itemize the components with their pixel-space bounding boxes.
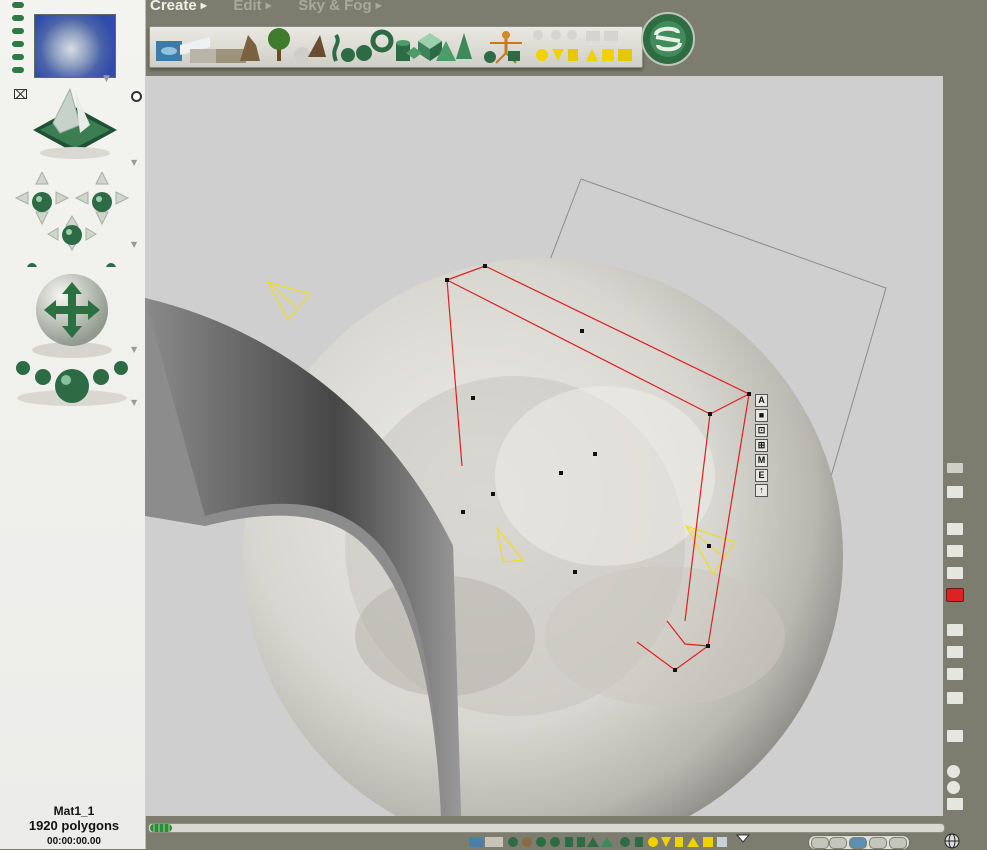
cylinder-icon[interactable] (396, 40, 410, 61)
scene-viewport[interactable] (145, 76, 943, 816)
trackball-control[interactable] (28, 272, 118, 362)
water-icon[interactable] (156, 41, 182, 61)
bryce-logo-icon[interactable] (640, 11, 696, 67)
cone-icon[interactable] (456, 33, 472, 59)
camera-position-dots[interactable] (10, 358, 130, 408)
zoom-in-icon[interactable] (946, 764, 961, 779)
attributes-button[interactable]: A (755, 394, 768, 407)
menu-bar: Create ▶ Edit ▶ Sky & Fog ▶ (150, 0, 404, 15)
timeline-scrubber[interactable] (150, 824, 172, 832)
layers-icon[interactable] (946, 623, 964, 637)
object-name: Mat1_1 (53, 804, 95, 818)
rewind-button[interactable] (811, 837, 829, 849)
eraser-icon[interactable] (946, 485, 964, 499)
selection-tools: A ■ ⊡ ⊞ M E ↑ (755, 394, 769, 499)
rock-icon[interactable] (240, 35, 260, 61)
sphere-object[interactable] (243, 258, 843, 816)
bottom-object-strip[interactable] (465, 834, 775, 849)
brush-icon[interactable] (946, 462, 964, 474)
globe-icon[interactable] (944, 833, 960, 849)
view-control-icon[interactable] (25, 85, 125, 165)
link-button[interactable]: ⊡ (755, 424, 768, 437)
camera-cross-controls[interactable] (8, 172, 138, 267)
render-icon[interactable] (946, 588, 964, 602)
material-button[interactable]: M (755, 454, 768, 467)
view-icon[interactable] (946, 522, 964, 536)
scene-thumbnail[interactable] (34, 14, 116, 78)
family-button[interactable]: ■ (755, 409, 768, 422)
view-radio-icon[interactable] (131, 91, 142, 102)
tree-icon[interactable] (268, 28, 290, 61)
trackball-menu-icon[interactable]: ▼ (131, 345, 137, 354)
play-button[interactable] (869, 837, 887, 849)
forward-button[interactable] (889, 837, 907, 849)
fill-icon[interactable] (946, 645, 964, 659)
display-icon[interactable] (946, 691, 964, 705)
status-readout: Mat1_1 1920 polygons 00:00:00.00 (0, 804, 148, 849)
edit-button[interactable]: E (755, 469, 768, 482)
thumbnail-menu-icon[interactable]: ▼ (103, 74, 110, 84)
animation-timeline[interactable] (148, 823, 945, 833)
cube-view-icon[interactable] (946, 729, 964, 743)
hand-icon[interactable] (946, 797, 964, 811)
palette-toggle-stack[interactable] (12, 2, 26, 80)
record-button[interactable] (849, 837, 867, 849)
polygon-count: 1920 polygons (28, 818, 120, 833)
shade-icon[interactable] (946, 667, 964, 681)
time-readout: 00:00:00.00 (47, 836, 101, 847)
land-button[interactable]: ↑ (755, 484, 768, 497)
sphere-icon[interactable] (356, 45, 372, 61)
menu-create[interactable]: Create ▶ (150, 0, 207, 14)
create-toolbar (149, 26, 643, 68)
zoom-out-icon[interactable] (946, 780, 961, 795)
step-back-button[interactable] (829, 837, 847, 849)
plant-icon[interactable] (332, 33, 355, 62)
view-menu-icon[interactable]: ▼ (131, 158, 137, 167)
camera-menu-icon[interactable]: ▼ (131, 240, 137, 249)
wireframe-icon[interactable] (946, 544, 964, 558)
menu-edit[interactable]: Edit ▶ (233, 0, 272, 14)
target-button[interactable]: ⊞ (755, 439, 768, 452)
torus-icon[interactable] (370, 29, 394, 53)
stone-icon[interactable] (294, 35, 326, 63)
position-menu-icon[interactable]: ▼ (131, 398, 137, 407)
texture-icon[interactable] (946, 566, 964, 580)
plane-icon[interactable] (180, 37, 216, 63)
playback-controls (808, 835, 910, 850)
left-control-panel: ⌧ ▼ ▼ ▼ ▼ ▼ (0, 0, 146, 849)
menu-sky-fog[interactable]: Sky & Fog ▶ (298, 0, 382, 14)
